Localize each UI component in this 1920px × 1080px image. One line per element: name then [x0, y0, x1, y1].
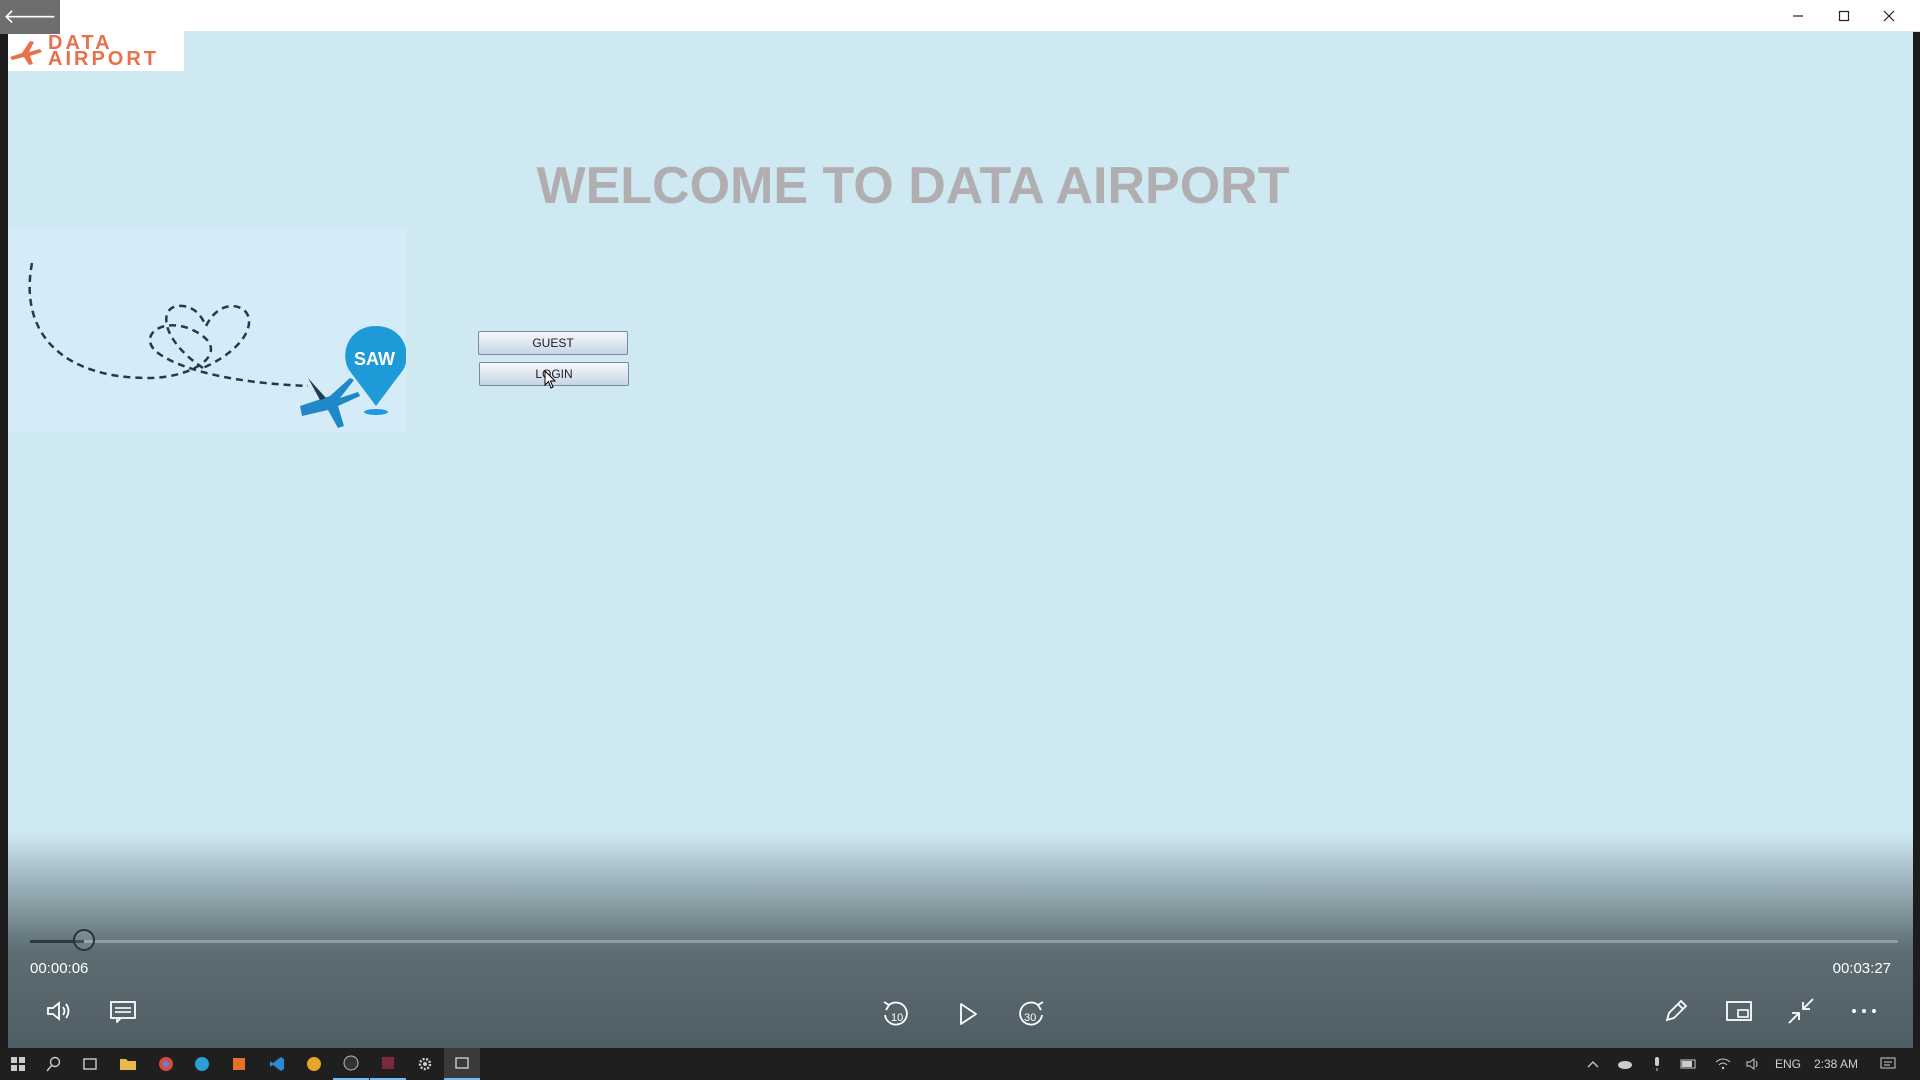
- close-icon: [1883, 10, 1895, 21]
- telegram-icon: [195, 1057, 209, 1071]
- plane-logo-icon: [10, 41, 42, 65]
- rewind-10-icon: 10: [883, 1001, 908, 1026]
- back-button[interactable]: 🡐: [0, 0, 60, 34]
- search-icon: [46, 1056, 61, 1072]
- back-arrow-icon: 🡐: [3, 6, 57, 28]
- minimize-button[interactable]: [1775, 0, 1821, 31]
- play-icon: [960, 1003, 977, 1025]
- gear-icon: [418, 1057, 432, 1071]
- orange-app-icon: [233, 1058, 245, 1070]
- mouse-cursor-icon: [544, 370, 557, 389]
- action-center-button[interactable]: [1870, 1048, 1906, 1080]
- volume-button[interactable]: [38, 989, 82, 1033]
- skip-back-10-button[interactable]: 10: [874, 992, 918, 1036]
- app-taskbar-button-yellow[interactable]: [296, 1048, 332, 1080]
- travel-illustration: SAW: [8, 228, 407, 433]
- location-pin-icon: [345, 326, 407, 415]
- vscode-icon: [270, 1057, 284, 1071]
- movies-tv-taskbar-button[interactable]: [444, 1048, 480, 1080]
- welcome-heading: WELCOME TO DATA AIRPORT: [536, 157, 1290, 215]
- mini-view-button[interactable]: [1717, 989, 1761, 1033]
- settings-taskbar-button[interactable]: [407, 1048, 443, 1080]
- telegram-taskbar-button[interactable]: [184, 1048, 220, 1080]
- cloud-icon: [1618, 1061, 1632, 1069]
- more-dots-icon: [1852, 1009, 1876, 1013]
- task-view-button[interactable]: [72, 1048, 108, 1080]
- chrome-icon: [159, 1057, 173, 1071]
- battery-tray-icon[interactable]: [1671, 1048, 1707, 1080]
- volume-tray-icon[interactable]: [1735, 1048, 1771, 1080]
- video-frame[interactable]: DATA AIRPORT WELCOME TO DATA AIRPORT SAW…: [8, 31, 1913, 1048]
- logo-text: DATA AIRPORT: [48, 32, 159, 70]
- windows-taskbar: ENG 2:38 AM: [0, 1048, 1920, 1080]
- exit-fullscreen-button[interactable]: [1779, 989, 1823, 1033]
- wifi-icon: [1715, 1058, 1731, 1070]
- play-button[interactable]: [946, 992, 990, 1036]
- movies-tv-icon: [455, 1057, 469, 1069]
- chrome-taskbar-button[interactable]: [148, 1048, 184, 1080]
- maximize-icon: [1838, 10, 1850, 21]
- microphone-icon: [1655, 1057, 1659, 1071]
- folder-icon: [120, 1059, 136, 1070]
- close-window-button[interactable]: [1866, 0, 1912, 31]
- subtitles-icon: [110, 1001, 136, 1023]
- svg-text:10: 10: [891, 1012, 903, 1024]
- volume-icon: [47, 1001, 70, 1021]
- subtitles-button[interactable]: [101, 989, 145, 1033]
- microphone-tray-icon[interactable]: [1639, 1048, 1675, 1080]
- app-taskbar-button-orange[interactable]: [221, 1048, 257, 1080]
- minimize-icon: [1793, 14, 1803, 17]
- maximize-button[interactable]: [1821, 0, 1867, 31]
- start-button[interactable]: [0, 1048, 36, 1080]
- yellow-app-icon: [307, 1057, 321, 1071]
- forward-30-icon: 30: [1019, 1001, 1044, 1026]
- skip-forward-30-button[interactable]: 30: [1009, 992, 1053, 1036]
- airplane-icon: [300, 378, 360, 428]
- onedrive-tray-icon[interactable]: [1607, 1048, 1643, 1080]
- guest-button[interactable]: GUEST: [478, 331, 628, 355]
- task-view-icon: [83, 1058, 97, 1070]
- data-airport-logo: DATA AIRPORT: [8, 31, 184, 71]
- seek-handle[interactable]: [73, 929, 96, 951]
- mini-view-icon: [1726, 1001, 1752, 1021]
- more-options-button[interactable]: [1842, 989, 1886, 1033]
- edit-button[interactable]: [1654, 989, 1698, 1033]
- file-explorer-taskbar-button[interactable]: [110, 1048, 146, 1080]
- pin-label: SAW: [354, 349, 396, 369]
- total-duration: 00:03:27: [1832, 960, 1891, 977]
- chevron-up-icon: [1587, 1061, 1599, 1068]
- notification-icon: [1880, 1057, 1896, 1069]
- windows-logo-icon: [11, 1057, 25, 1071]
- seek-bar[interactable]: [30, 940, 1898, 943]
- speaker-icon: [1746, 1058, 1758, 1070]
- app-taskbar-button-java[interactable]: [370, 1048, 406, 1080]
- exit-fullscreen-icon: [1788, 998, 1814, 1024]
- battery-icon: [1680, 1059, 1696, 1069]
- window-titlebar: [0, 0, 1920, 32]
- obs-taskbar-button[interactable]: [333, 1048, 369, 1080]
- vscode-taskbar-button[interactable]: [259, 1048, 295, 1080]
- java-app-icon: [382, 1057, 394, 1069]
- search-taskbar-button[interactable]: [36, 1048, 72, 1080]
- taskbar-clock[interactable]: 2:38 AM: [1814, 1057, 1858, 1071]
- obs-icon: [343, 1055, 359, 1071]
- elapsed-time: 00:00:06: [30, 960, 89, 977]
- svg-text:30: 30: [1024, 1012, 1036, 1024]
- show-hidden-icons-button[interactable]: [1575, 1048, 1611, 1080]
- pencil-icon: [1665, 999, 1688, 1022]
- input-language[interactable]: ENG: [1775, 1057, 1801, 1071]
